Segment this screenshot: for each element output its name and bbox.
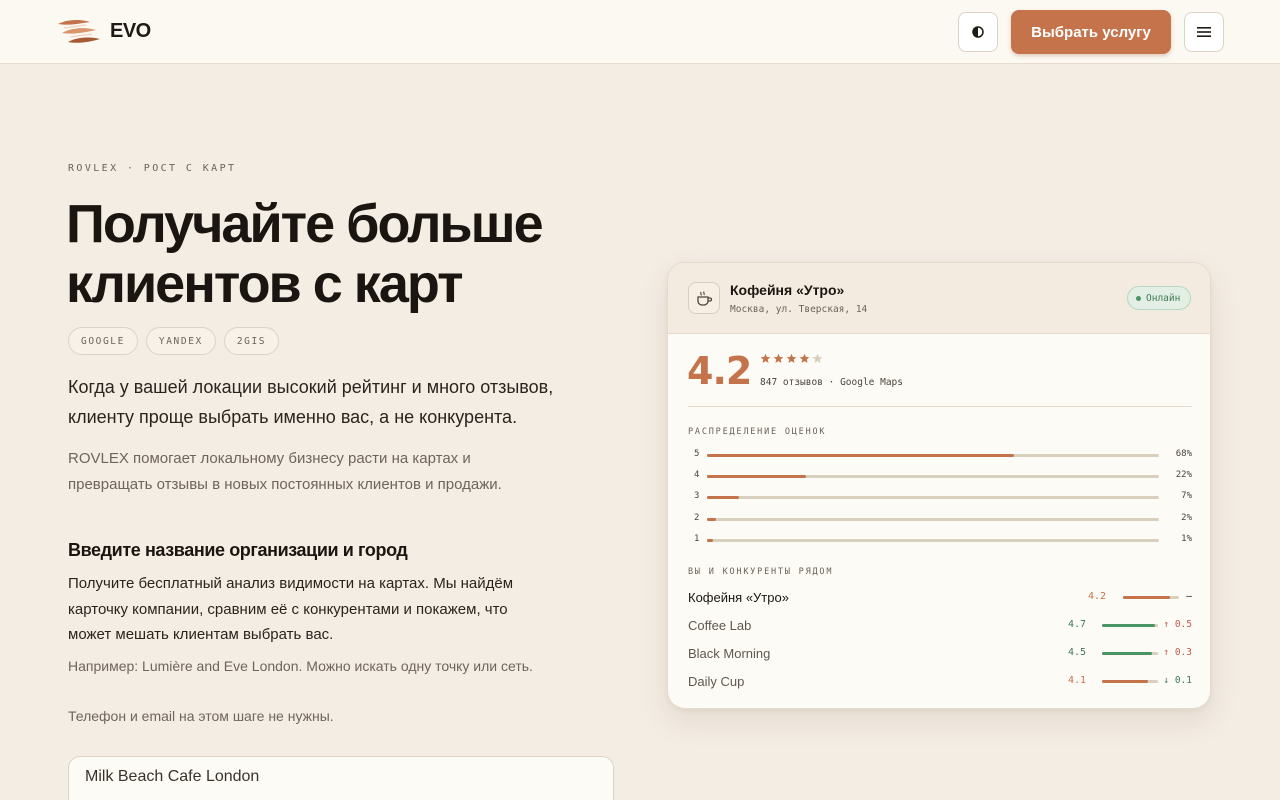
distribution-track [707, 517, 1159, 521]
distribution-percent: 2% [1181, 512, 1192, 523]
distribution-percent: 7% [1181, 491, 1192, 502]
competitor-name: Daily Cup [688, 674, 745, 689]
brand-logo[interactable]: EVO [56, 16, 151, 46]
status-dot-icon [1136, 295, 1141, 301]
competitor-rating: 4.2 [1088, 591, 1107, 602]
theme-toggle-button[interactable] [958, 12, 998, 52]
hero-title-line-2: клиентов с карт [66, 254, 464, 314]
distribution-bar [707, 475, 807, 479]
card-divider [688, 406, 1192, 407]
distribution-percent: 1% [1181, 533, 1192, 544]
competitor-rating-bar [1102, 652, 1153, 655]
brand-name: EVO [110, 19, 151, 42]
competitor-rating: 4.5 [1068, 647, 1087, 658]
distribution-track [707, 454, 1159, 457]
reviews-meta: 847 отзывов · Google Maps [760, 377, 903, 388]
competitor-delta: — [1186, 591, 1192, 602]
star-icon [760, 353, 771, 363]
hero-title: Получайте больше клиентов с карт [66, 194, 626, 314]
distribution-row: 3 7% [688, 491, 1192, 503]
star-icon [799, 353, 810, 363]
distribution-row: 5 68% [688, 449, 1192, 461]
business-name: Кофейня «Утро» [730, 282, 845, 298]
chip-yandex: YANDEX [145, 327, 216, 355]
rating-value: 4.2 [687, 349, 752, 393]
competitor-delta: ↑ 0.5 [1163, 619, 1192, 630]
menu-button[interactable] [1184, 12, 1224, 52]
competitor-rating-track [1102, 680, 1158, 683]
hero-eyebrow: ROVLEX · РОСТ С КАРТ [68, 163, 237, 174]
distribution-star-label: 4 [694, 470, 700, 481]
form-example: Например: Lumière and Eve London. Можно … [68, 658, 533, 674]
distribution-star-label: 1 [694, 533, 700, 544]
hamburger-icon [1197, 27, 1211, 37]
competitor-delta: ↑ 0.3 [1163, 647, 1192, 658]
hero-lead: Когда у вашей локации высокий рейтинг и … [68, 377, 554, 427]
status-text: Онлайн [1146, 292, 1181, 304]
top-header: EVO Выбрать услугу [0, 0, 1280, 64]
chip-google: GOOGLE [68, 327, 138, 355]
organization-search-input[interactable] [68, 756, 614, 800]
distribution-track [707, 538, 1159, 542]
competitor-rating-bar [1123, 596, 1171, 599]
hero-subtext: ROVLEX помогает локальному бизнесу расти… [68, 450, 502, 493]
competitor-rating: 4.7 [1068, 619, 1087, 630]
distribution-bar [707, 454, 1015, 457]
competitor-rating-bar [1102, 624, 1155, 627]
distribution-star-label: 5 [694, 449, 700, 459]
distribution-track [707, 475, 1159, 479]
star-icon [786, 353, 797, 363]
form-description: Получите бесплатный анализ видимости на … [68, 575, 514, 643]
chip-2gis: 2GIS [223, 327, 280, 355]
competitor-rating-track [1102, 652, 1158, 655]
distribution-bar [707, 517, 717, 521]
competitor-rating-bar [1102, 680, 1148, 683]
competitor-row-self: Кофейня «Утро» 4.2 — [688, 590, 1192, 606]
coffee-cup-icon [688, 282, 720, 314]
competitor-delta: ↓ 0.1 [1163, 675, 1192, 686]
distribution-percent: 68% [1175, 449, 1192, 459]
form-title: Введите название организации и город [68, 540, 408, 560]
rating-stars [760, 353, 823, 364]
competitor-row: Daily Cup 4.1 ↓ 0.1 [688, 674, 1192, 690]
distribution-track [707, 496, 1159, 500]
star-icon [812, 353, 823, 363]
distribution-label: РАСПРЕДЕЛЕНИЕ ОЦЕНОК [688, 427, 827, 437]
distribution-bar [707, 538, 713, 542]
distribution-bar [707, 496, 739, 500]
platform-chips: GOOGLE YANDEX 2GIS [68, 327, 280, 355]
competitor-rating-track [1123, 596, 1179, 599]
competitor-rating: 4.1 [1068, 675, 1087, 686]
distribution-row: 4 22% [688, 470, 1192, 482]
competitors-label: ВЫ И КОНКУРЕНТЫ РЯДОМ [688, 567, 834, 577]
distribution-row: 1 1% [688, 534, 1192, 546]
form-note: Телефон и email на этом шаге не нужны. [68, 708, 334, 724]
competitor-name: Coffee Lab [688, 618, 752, 633]
choose-service-button[interactable]: Выбрать услугу [1011, 10, 1171, 54]
rating-preview-card: Кофейня «Утро» Москва, ул. Тверская, 14 … [667, 262, 1211, 709]
competitor-row: Black Morning 4.5 ↑ 0.3 [688, 646, 1192, 662]
half-circle-icon [972, 26, 984, 38]
competitor-name: Black Morning [688, 646, 771, 661]
status-badge: Онлайн [1127, 286, 1192, 310]
competitor-row: Coffee Lab 4.7 ↑ 0.5 [688, 618, 1192, 634]
competitor-rating-track [1102, 624, 1158, 627]
distribution-row: 2 2% [688, 513, 1192, 525]
star-icon [773, 353, 784, 363]
competitor-name: Кофейня «Утро» [688, 590, 789, 605]
evo-logo-icon [58, 20, 100, 43]
distribution-star-label: 3 [694, 491, 700, 502]
distribution-star-label: 2 [694, 512, 700, 523]
business-address: Москва, ул. Тверская, 14 [730, 304, 868, 315]
hero-title-line-1: Получайте больше [66, 194, 544, 254]
card-header: Кофейня «Утро» Москва, ул. Тверская, 14 … [668, 263, 1210, 334]
distribution-percent: 22% [1175, 470, 1192, 481]
